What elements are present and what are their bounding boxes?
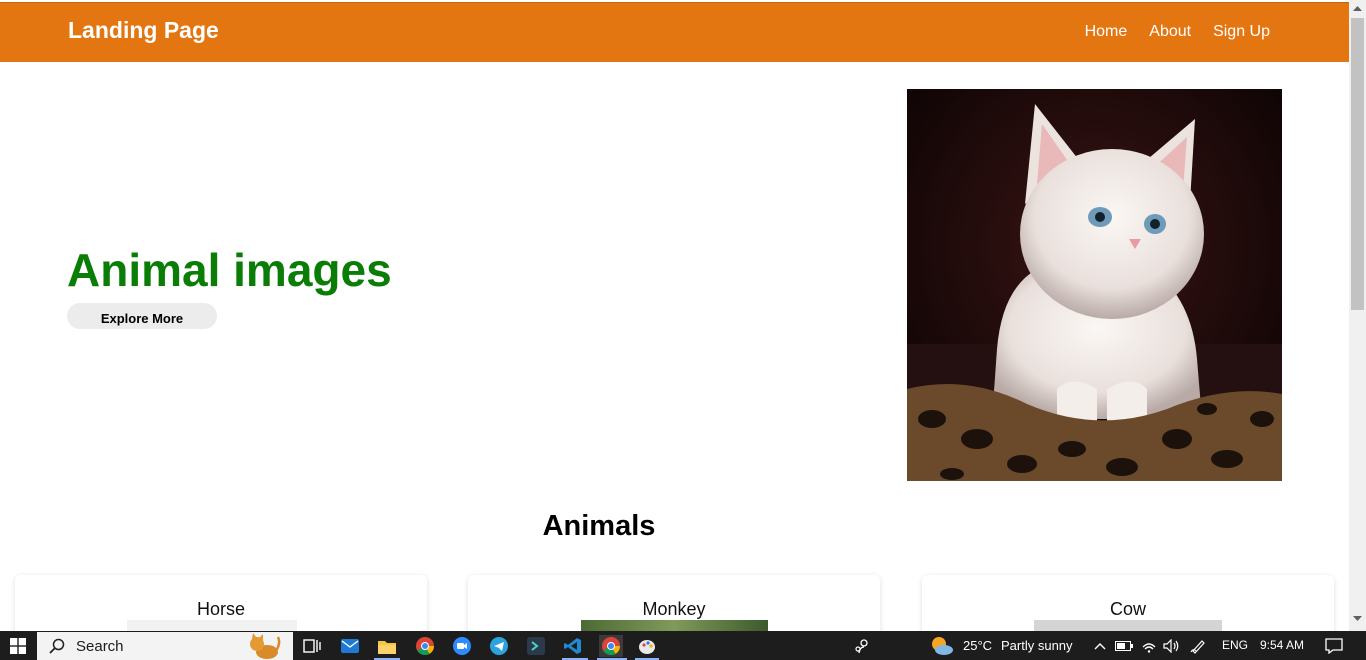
- card-title: Cow: [1109, 599, 1146, 619]
- browser-viewport: Landing Page Home About Sign Up Animal i…: [0, 0, 1349, 631]
- zoom-icon[interactable]: [451, 635, 473, 657]
- file-explorer-icon[interactable]: [376, 635, 398, 657]
- task-view-icon[interactable]: [301, 635, 323, 657]
- chrome-active-icon[interactable]: [599, 635, 623, 657]
- chevron-up-icon[interactable]: [1089, 635, 1111, 657]
- chrome-icon[interactable]: [414, 635, 436, 657]
- terminal-app-icon[interactable]: [525, 635, 547, 657]
- card-title: Monkey: [642, 599, 706, 619]
- mail-app-icon[interactable]: [339, 635, 361, 657]
- scroll-up-arrow-icon[interactable]: [1353, 4, 1362, 13]
- cat-highlight-icon: [250, 633, 281, 659]
- wifi-icon[interactable]: [1138, 635, 1160, 657]
- clock-time[interactable]: 9:54 AM: [1260, 638, 1304, 652]
- search-icon: [49, 638, 65, 654]
- hero-title: Animal images: [67, 244, 392, 296]
- weather-partly-sunny-icon[interactable]: [929, 635, 955, 657]
- page-scrollbar[interactable]: [1349, 0, 1366, 631]
- start-button[interactable]: [0, 631, 36, 660]
- volume-icon[interactable]: [1161, 635, 1183, 657]
- language-indicator[interactable]: ENG: [1222, 638, 1248, 652]
- animals-section-title: Animals: [542, 510, 656, 542]
- animal-card-horse[interactable]: Horse: [15, 575, 427, 631]
- windows-logo-icon: [10, 637, 26, 654]
- card-image: [1034, 620, 1222, 631]
- pen-ink-icon[interactable]: [1187, 635, 1209, 657]
- animal-card-monkey[interactable]: Monkey: [468, 575, 880, 631]
- weather-temperature[interactable]: 25°C: [963, 638, 992, 653]
- card-title: Horse: [196, 599, 245, 619]
- hero-kitten-image: [907, 89, 1282, 481]
- navbar: Landing Page Home About Sign Up: [0, 2, 1349, 62]
- nav-link-sign-up[interactable]: Sign Up: [1213, 23, 1270, 41]
- nav-link-home[interactable]: Home: [1085, 23, 1128, 41]
- people-search-icon[interactable]: [851, 635, 873, 657]
- nav-links: Home About Sign Up: [1085, 23, 1270, 41]
- telegram-icon[interactable]: [488, 635, 510, 657]
- animal-card-cow[interactable]: Cow: [922, 575, 1334, 631]
- notifications-icon[interactable]: [1323, 635, 1345, 657]
- battery-icon[interactable]: [1113, 635, 1135, 657]
- paint-app-icon[interactable]: [636, 635, 658, 657]
- taskbar-search-box[interactable]: Search: [37, 632, 293, 660]
- scroll-down-arrow-icon[interactable]: [1353, 614, 1362, 623]
- vscode-icon[interactable]: [562, 635, 584, 657]
- nav-link-about[interactable]: About: [1149, 23, 1191, 41]
- search-label: Search: [76, 637, 124, 655]
- weather-description[interactable]: Partly sunny: [1001, 638, 1073, 653]
- explore-more-button[interactable]: Explore More: [67, 303, 217, 329]
- card-image: [581, 620, 768, 631]
- card-image: [127, 620, 297, 631]
- scroll-thumb[interactable]: [1351, 18, 1364, 310]
- taskbar: Search 25°C Partly sunny ENG 9:54 AM: [0, 631, 1366, 660]
- brand-logo[interactable]: Landing Page: [68, 17, 219, 44]
